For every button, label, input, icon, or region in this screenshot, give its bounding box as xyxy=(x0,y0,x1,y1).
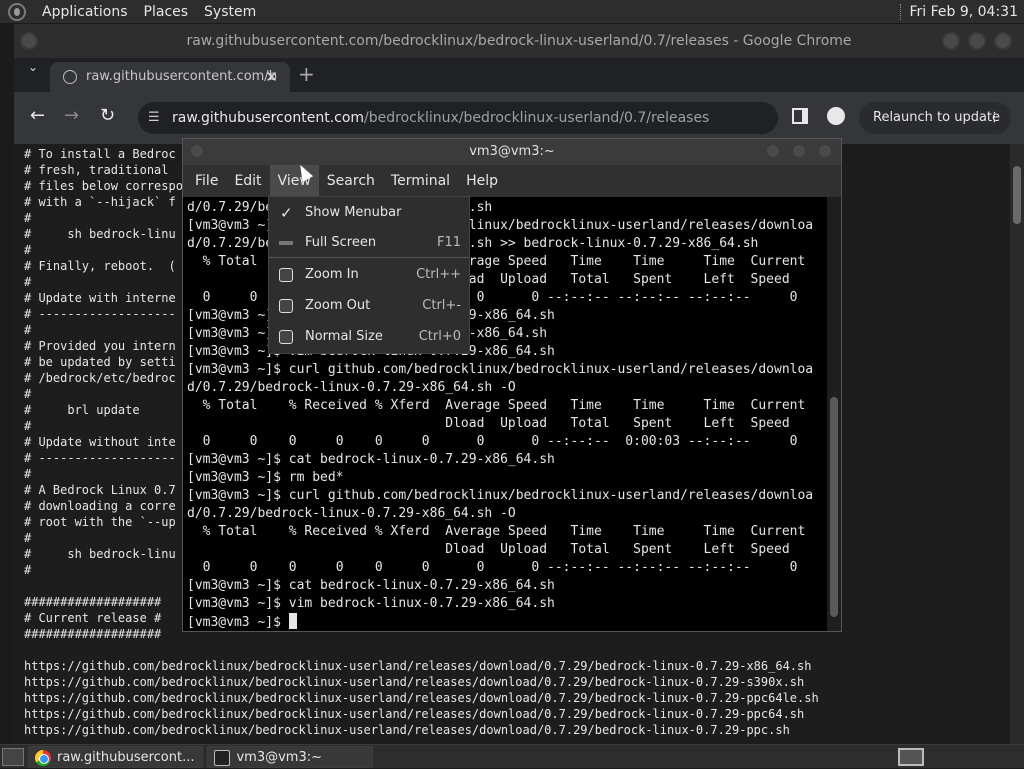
site-settings-icon[interactable]: ☰ xyxy=(148,102,160,134)
address-bar[interactable]: ☰ raw.githubusercontent.com/bedrocklinux… xyxy=(138,102,778,134)
terminal-icon xyxy=(214,749,231,766)
forward-icon[interactable]: → xyxy=(64,106,79,126)
menu-item-label: Full Screen xyxy=(305,235,377,250)
chrome-window-title: raw.githubusercontent.com/bedrocklinux/b… xyxy=(186,33,852,49)
relaunch-button[interactable]: Relaunch to update ⋮ xyxy=(859,102,1011,134)
terminal-titlebar[interactable]: vm3@vm3:~ xyxy=(183,139,841,165)
panel-separator xyxy=(900,3,903,20)
task-label: vm3@vm3:~ xyxy=(236,749,323,765)
checkmark-icon: ✓ xyxy=(280,204,293,222)
task-chrome[interactable]: raw.githubusercont... xyxy=(28,745,204,768)
minimize-button[interactable] xyxy=(942,32,960,50)
terminal-scrollbar[interactable] xyxy=(827,197,841,631)
side-panel-icon[interactable] xyxy=(792,108,808,124)
menu-file[interactable]: File xyxy=(187,165,226,197)
menu-terminal[interactable]: Terminal xyxy=(383,165,458,197)
distro-logo-icon[interactable] xyxy=(8,2,26,21)
terminal-minimize-button[interactable] xyxy=(765,143,781,159)
tab-search-chevron-icon[interactable]: ⌄ xyxy=(28,60,38,74)
workspace-switcher-icon[interactable] xyxy=(898,747,924,766)
top-panel: Applications Places System Fri Feb 9, 04… xyxy=(0,0,1024,24)
show-desktop-icon[interactable] xyxy=(2,747,24,766)
zoom-in-icon xyxy=(279,268,293,282)
menu-item-normal-size[interactable]: Normal Size Ctrl+0 xyxy=(269,323,469,351)
menu-item-label: Zoom Out xyxy=(305,298,371,313)
window-menu-button[interactable] xyxy=(20,32,38,50)
menu-item-label: Normal Size xyxy=(305,329,383,344)
menu-help[interactable]: Help xyxy=(458,165,506,197)
reload-icon[interactable]: ↻ xyxy=(100,106,115,126)
view-menu-dropdown: ✓ Show Menubar Full Screen F11 Zoom In C… xyxy=(268,196,470,354)
terminal-close-button[interactable] xyxy=(817,143,833,159)
terminal-scroll-thumb[interactable] xyxy=(830,397,838,617)
page-scrollbar[interactable] xyxy=(1010,144,1024,744)
close-window-button[interactable] xyxy=(994,32,1012,50)
menu-item-accel: Ctrl+0 xyxy=(418,329,461,344)
menu-search[interactable]: Search xyxy=(319,165,383,197)
page-scroll-thumb[interactable] xyxy=(1013,166,1021,224)
menu-item-zoom-out[interactable]: Zoom Out Ctrl+- xyxy=(269,292,469,320)
tab-releases[interactable]: raw.githubusercontent.com/b ✕ xyxy=(50,62,290,92)
chrome-toolbar: ← → ↻ ☰ raw.githubusercontent.com/bedroc… xyxy=(14,92,1024,144)
relaunch-label: Relaunch to update xyxy=(873,110,1001,125)
tab-close-icon[interactable]: ✕ xyxy=(265,62,278,92)
applications-menu[interactable]: Applications xyxy=(34,0,136,24)
menu-item-label: Zoom In xyxy=(305,267,359,282)
tab-title: raw.githubusercontent.com/b xyxy=(86,69,277,84)
zoom-out-icon xyxy=(279,299,293,313)
menu-divider xyxy=(269,257,469,258)
back-icon[interactable]: ← xyxy=(30,106,45,126)
menu-item-accel: F11 xyxy=(436,235,461,250)
terminal-maximize-button[interactable] xyxy=(791,143,807,159)
kebab-menu-icon[interactable]: ⋮ xyxy=(988,102,1001,134)
clock[interactable]: Fri Feb 9, 04:31 xyxy=(909,4,1024,20)
menu-item-accel: Ctrl+- xyxy=(422,298,461,313)
menu-edit[interactable]: Edit xyxy=(226,165,269,197)
menu-item-label: Show Menubar xyxy=(305,205,402,220)
chrome-titlebar[interactable]: raw.githubusercontent.com/bedrocklinux/b… xyxy=(14,24,1024,58)
terminal-menubar: File Edit View Search Terminal Help xyxy=(183,165,841,197)
fullscreen-icon xyxy=(279,241,293,245)
bottom-taskbar: raw.githubusercont... vm3@vm3:~ xyxy=(0,744,1024,768)
url-host: raw.githubusercontent.com xyxy=(172,110,365,126)
menu-item-zoom-in[interactable]: Zoom In Ctrl++ xyxy=(269,261,469,289)
menu-item-full-screen[interactable]: Full Screen F11 xyxy=(269,229,469,257)
new-tab-icon[interactable]: + xyxy=(298,62,315,86)
terminal-cursor xyxy=(288,613,297,629)
menu-item-accel: Ctrl++ xyxy=(416,267,461,282)
url-path: /bedrocklinux/bedrocklinux-userland/0.7/… xyxy=(364,110,710,126)
task-label: raw.githubusercont... xyxy=(57,749,195,765)
terminal-window-menu-button[interactable] xyxy=(189,143,205,159)
panel-right: Fri Feb 9, 04:31 xyxy=(900,3,1024,20)
task-terminal[interactable]: vm3@vm3:~ xyxy=(207,745,374,768)
globe-icon xyxy=(63,70,77,84)
terminal-title: vm3@vm3:~ xyxy=(469,144,555,159)
menu-item-show-menubar[interactable]: ✓ Show Menubar xyxy=(269,199,469,227)
profile-icon[interactable] xyxy=(827,107,845,125)
places-menu[interactable]: Places xyxy=(136,0,197,24)
menu-view[interactable]: View xyxy=(269,165,319,197)
maximize-button[interactable] xyxy=(968,32,986,50)
system-menu[interactable]: System xyxy=(196,0,264,24)
chrome-icon xyxy=(35,749,51,766)
zoom-normal-icon xyxy=(279,330,293,344)
